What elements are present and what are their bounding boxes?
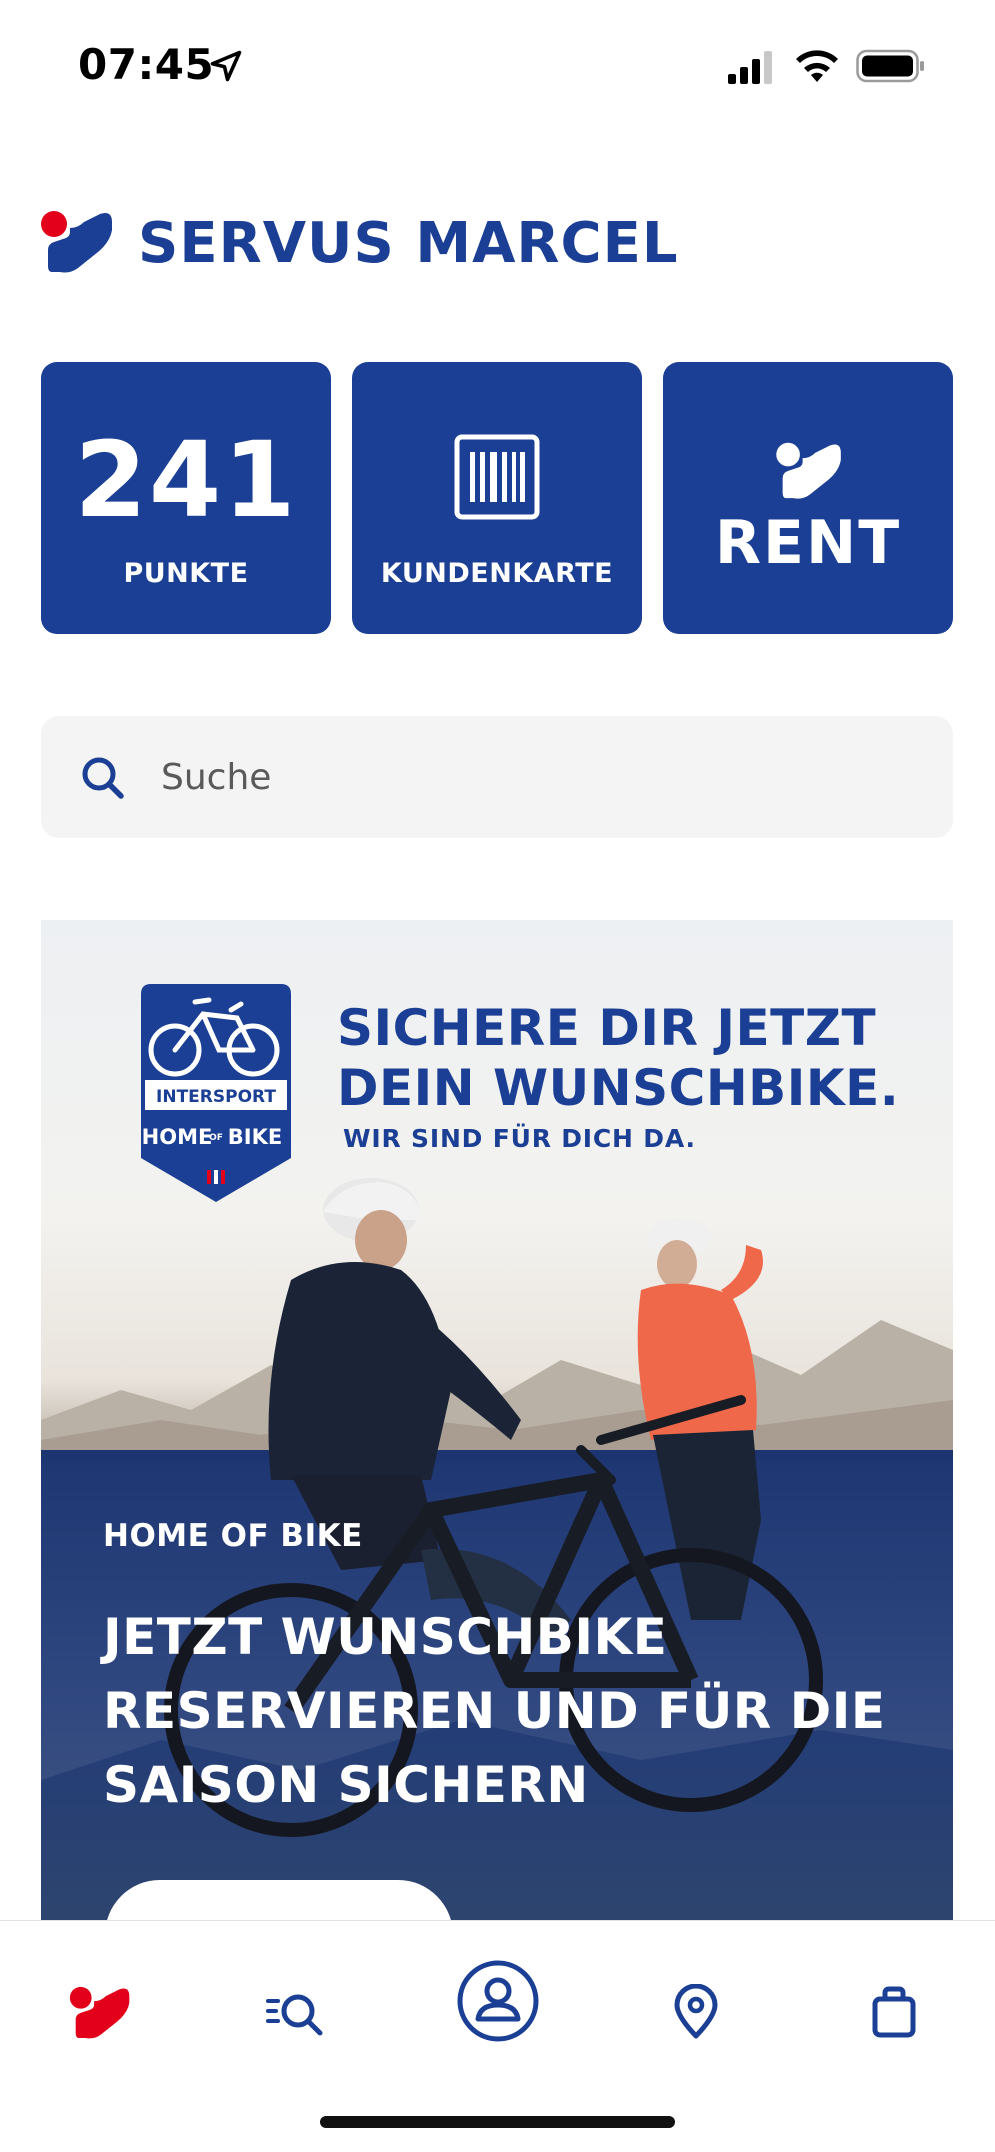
home-icon xyxy=(69,1986,130,2039)
search-list-icon xyxy=(266,1994,323,2036)
shopping-bag-icon xyxy=(872,1986,916,2038)
status-bar: 07:45 xyxy=(0,0,995,130)
signal-icon xyxy=(728,51,772,84)
wifi-icon xyxy=(796,50,838,82)
banner-title-line1: JETZT WUNSCHBIKE xyxy=(103,1608,668,1666)
home-of-bike-badge: INTERSPORT HOME OF BIKE xyxy=(141,984,291,1202)
banner-title-line2: RESERVIEREN UND FÜR DIE xyxy=(103,1682,886,1740)
intersport-logo[interactable] xyxy=(40,208,114,274)
banner-title-line3: SAISON SICHERN xyxy=(103,1756,589,1814)
promo-subline: WIR SIND FÜR DICH DA. xyxy=(343,1124,696,1153)
rent-tile[interactable]: RENT xyxy=(663,362,953,634)
search-bar[interactable] xyxy=(41,716,953,838)
search-input[interactable] xyxy=(161,742,921,812)
intersport-logo-icon xyxy=(776,442,841,499)
banner-title: JETZT WUNSCHBIKE RESERVIEREN UND FÜR DIE… xyxy=(103,1600,923,1822)
nav-home[interactable] xyxy=(60,1967,140,2057)
nav-bag[interactable] xyxy=(854,1967,934,2057)
nav-search[interactable] xyxy=(256,1967,336,2057)
nav-profile[interactable] xyxy=(450,1953,546,2049)
banner-kicker: HOME OF BIKE xyxy=(103,1518,363,1554)
badge-brand: INTERSPORT xyxy=(156,1087,276,1107)
nav-location[interactable] xyxy=(656,1967,736,2057)
promo-headline-line2: DEIN WUNSCHBIKE. xyxy=(337,1059,900,1117)
location-arrow-icon xyxy=(210,50,242,82)
points-value: 241 xyxy=(74,419,298,541)
promo-headline-line1: SICHERE DIR JETZT xyxy=(337,999,877,1057)
badge-of: OF xyxy=(209,1133,223,1143)
search-icon xyxy=(82,757,124,799)
banner-cta-button[interactable] xyxy=(105,1880,453,1920)
barcode-icon xyxy=(454,434,540,520)
home-indicator xyxy=(320,2116,675,2128)
profile-icon xyxy=(457,1960,539,2042)
points-label: PUNKTE xyxy=(123,558,249,589)
promo-banner[interactable]: INTERSPORT HOME OF BIKE SICHERE DIR JETZ… xyxy=(41,920,953,1920)
badge-home: HOME xyxy=(142,1125,213,1149)
greeting-title: SERVUS MARCEL xyxy=(138,211,679,276)
status-time: 07:45 xyxy=(78,40,215,89)
promo-headline: SICHERE DIR JETZT DEIN WUNSCHBIKE. xyxy=(337,998,899,1118)
rent-label: RENT xyxy=(714,508,902,578)
customer-card-tile[interactable]: KUNDENKARTE xyxy=(352,362,642,634)
points-tile[interactable]: 241 PUNKTE xyxy=(41,362,331,634)
badge-bike: BIKE xyxy=(228,1125,282,1149)
location-pin-icon xyxy=(674,1984,718,2039)
customer-card-label: KUNDENKARTE xyxy=(380,558,614,589)
battery-icon xyxy=(856,49,924,83)
